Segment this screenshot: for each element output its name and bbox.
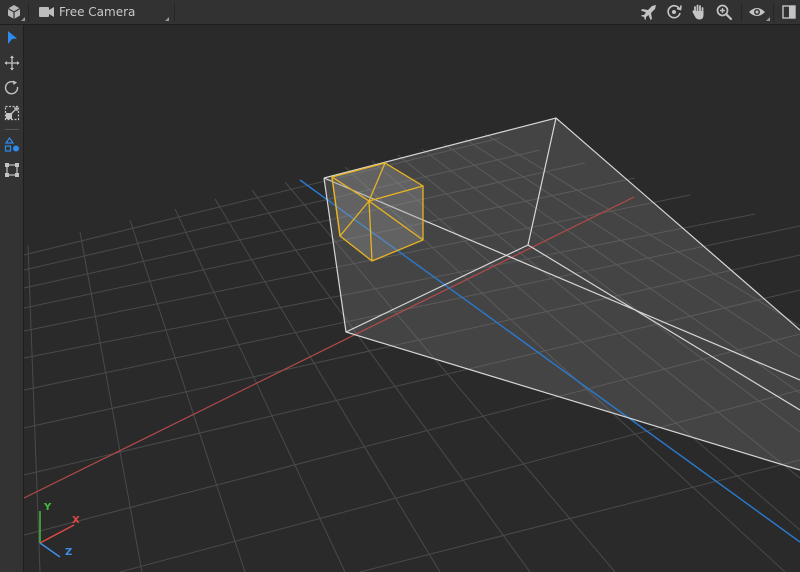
rotate-tool-button[interactable] [0,77,24,99]
panel-toggle-icon[interactable] [778,0,800,24]
gizmo-y-label: Y [44,502,52,513]
bounding-box-icon [5,163,19,177]
camera-dropdown-label[interactable]: Free Camera [59,5,135,19]
scale-tool-button[interactable] [0,102,24,124]
cube-icon [7,5,21,19]
rotate-icon [4,80,19,95]
tool-palette [0,25,24,572]
visibility-eye-icon[interactable] [746,0,768,24]
visibility-menu-indicator[interactable] [766,17,770,21]
zoom-icon[interactable] [713,0,735,24]
camera-dropdown-indicator[interactable] [165,17,169,21]
gizmo-x-label: X [72,515,80,526]
create-shapes-button[interactable] [0,134,24,156]
pan-hand-icon[interactable] [688,0,710,24]
select-tool-button[interactable] [0,27,24,49]
select-arrow-icon [8,31,17,44]
orbit-icon[interactable] [663,0,685,24]
3d-viewport[interactable]: Y X Z [24,25,800,572]
fly-icon[interactable] [638,0,660,24]
gizmo-z-label: Z [65,547,73,558]
cube-menu-indicator [21,17,25,21]
create-shapes-icon [4,137,19,152]
bounding-box-tool-button[interactable] [0,159,24,181]
orientation-gizmo: Y X Z [32,499,92,561]
scale-icon [4,105,20,121]
move-icon [4,55,20,71]
camera-icon [36,0,56,24]
move-tool-button[interactable] [0,52,24,74]
viewport-toolbar: Free Camera [0,0,800,25]
